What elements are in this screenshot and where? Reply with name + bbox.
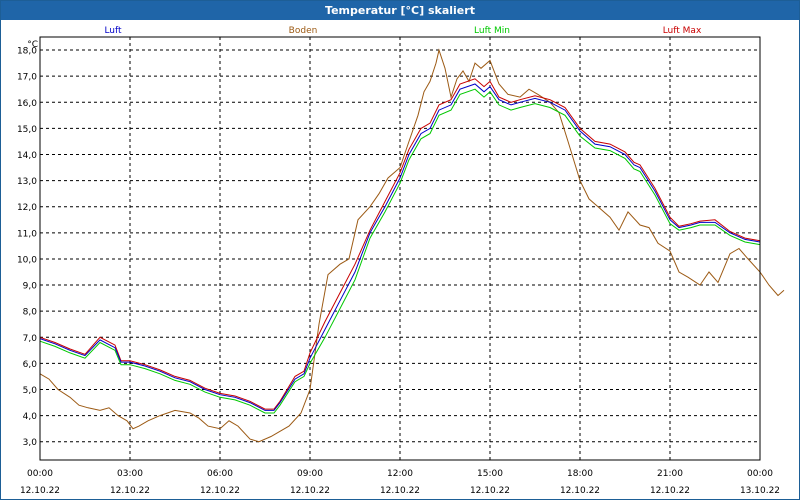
y-tick-label: 15,0	[17, 125, 37, 135]
y-axis: 3,0 4,0 5,0 6,0 7,0 8,0 9,0 10,0 11,0 12,0 13,0 14,…	[17, 40, 38, 448]
y-tick-label: 6,0	[23, 360, 38, 370]
x-tick-date: 12.10.22	[470, 486, 510, 496]
series-line-boden	[39, 48, 785, 443]
series-line-luft-min	[39, 88, 761, 414]
x-tick-time: 09:00	[297, 469, 323, 479]
legend-item-boden: Boden	[289, 26, 318, 36]
y-axis-unit-label: °C	[27, 40, 38, 50]
chart-legend: Luft Boden Luft Min Luft Max	[104, 26, 702, 36]
chart-series	[39, 48, 785, 443]
x-tick-time: 00:00	[747, 469, 773, 479]
y-tick-label: 9,0	[23, 282, 38, 292]
legend-item-luft-max: Luft Max	[663, 26, 702, 36]
y-tick-label: 16,0	[17, 99, 37, 109]
y-tick-label: 4,0	[23, 412, 38, 422]
y-tick-label: 12,0	[17, 203, 37, 213]
y-tick-label: 11,0	[17, 229, 37, 239]
y-tick-label: 3,0	[23, 438, 38, 448]
y-tick-label: 8,0	[23, 308, 38, 318]
y-tick-label: 14,0	[17, 151, 37, 161]
x-tick-time: 15:00	[477, 469, 503, 479]
legend-item-luft: Luft	[104, 26, 122, 36]
y-tick-label: 17,0	[17, 73, 37, 83]
y-tick-label: 5,0	[23, 386, 38, 396]
x-tick-time: 18:00	[567, 469, 593, 479]
x-tick-time: 21:00	[657, 469, 683, 479]
x-tick-date: 12.10.22	[290, 486, 330, 496]
x-tick-date: 12.10.22	[380, 486, 420, 496]
y-tick-label: 13,0	[17, 177, 37, 187]
x-tick-time: 00:00	[27, 469, 53, 479]
y-tick-label: 10,0	[17, 255, 37, 265]
x-tick-date: 13.10.22	[740, 486, 780, 496]
x-tick-date: 12.10.22	[650, 486, 690, 496]
y-tick-label: 7,0	[23, 334, 38, 344]
x-tick-time: 06:00	[207, 469, 233, 479]
chart-grid	[39, 37, 761, 460]
x-tick-time: 03:00	[117, 469, 143, 479]
x-axis: 00:00 12.10.22 03:00 12.10.22 06:00 12.10.22 0…	[20, 469, 780, 496]
temperature-chart: Luft Boden Luft Min Luft Max 3,0 4,0 5,0 6,0 7,…	[17, 26, 785, 496]
x-tick-time: 12:00	[387, 469, 413, 479]
legend-item-luft-min: Luft Min	[474, 26, 510, 36]
x-tick-date: 12.10.22	[560, 486, 600, 496]
x-tick-date: 12.10.22	[110, 486, 150, 496]
x-tick-date: 12.10.22	[200, 486, 240, 496]
x-tick-date: 12.10.22	[20, 486, 60, 496]
